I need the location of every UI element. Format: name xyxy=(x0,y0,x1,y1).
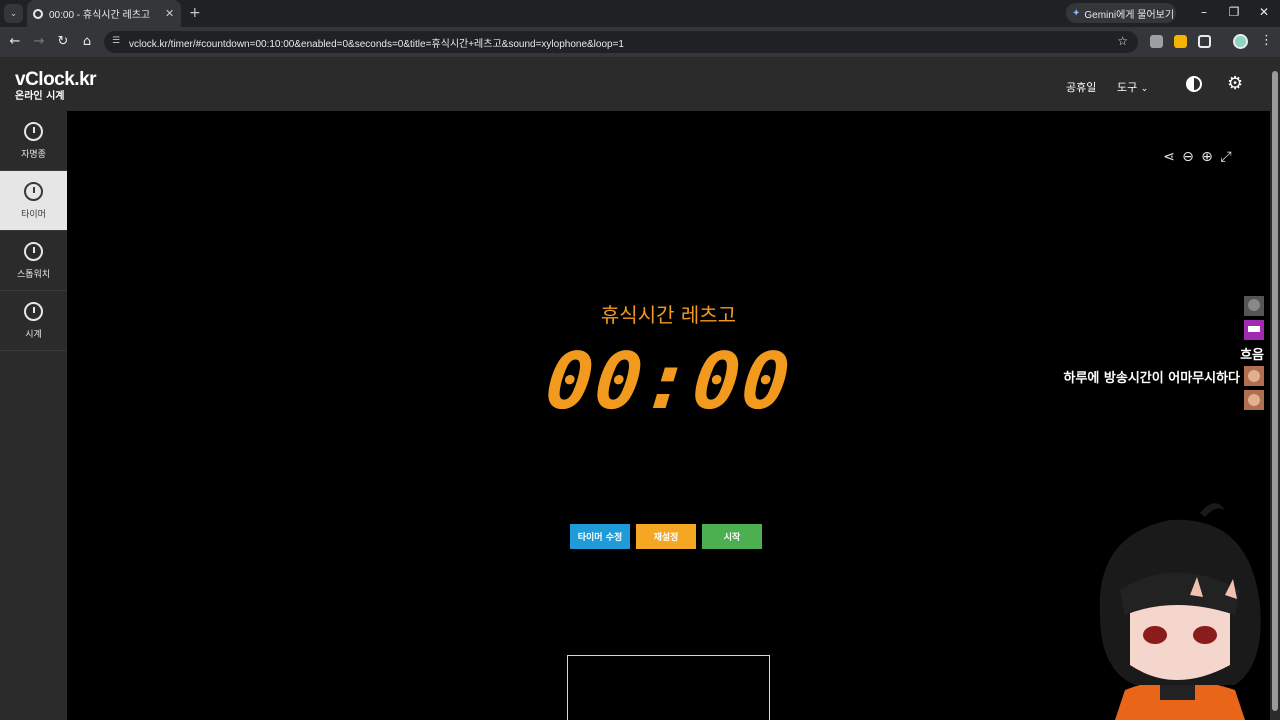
alarm-clock-icon xyxy=(24,122,43,141)
edit-timer-button[interactable]: 타이머 수정 xyxy=(570,524,630,549)
gemini-button[interactable]: ✦ Gemini에게 물어보기 xyxy=(1066,3,1176,23)
site-header: vClock.kr 온라인 시계 공휴일 도구 ⌄ ⚙ xyxy=(0,57,1270,111)
reset-button[interactable]: 재설정 xyxy=(636,524,696,549)
start-button[interactable]: 시작 xyxy=(702,524,762,549)
tab-close-icon[interactable]: ✕ xyxy=(165,7,174,20)
chat-message: 하루에 방송시간이 어마무시하다 xyxy=(1064,365,1241,387)
browser-toolbar: ← → ↻ ⌂ ☰ vclock.kr/timer/#countdown=00:… xyxy=(0,27,1280,57)
minimize-icon[interactable]: – xyxy=(1197,5,1211,19)
settings-gear-icon[interactable]: ⚙ xyxy=(1227,73,1243,94)
clock-icon xyxy=(24,302,43,321)
site-logo-subtitle: 온라인 시계 xyxy=(15,91,65,102)
extension-icon[interactable] xyxy=(1174,35,1187,48)
tab-search-button[interactable]: ⌄ xyxy=(4,4,23,23)
bookmark-star-icon[interactable]: ☆ xyxy=(1117,34,1128,48)
profile-avatar[interactable] xyxy=(1233,34,1248,49)
share-icon[interactable]: ⋖ xyxy=(1161,149,1177,165)
sidebar-item-label: 타이머 xyxy=(21,210,46,220)
gemini-label: Gemini에게 물어보기 xyxy=(1084,9,1175,21)
sidebar: 자명종 타이머 스톱워치 시계 xyxy=(0,111,67,720)
chevron-down-icon: ⌄ xyxy=(1140,84,1149,94)
chat-message: 흐음 xyxy=(1240,342,1264,364)
chat-avatar xyxy=(1244,366,1264,386)
chat-avatar xyxy=(1244,296,1264,316)
sidebar-item-timer[interactable]: 타이머 xyxy=(0,171,67,231)
theme-toggle-icon[interactable] xyxy=(1186,76,1202,92)
nav-tools[interactable]: 도구 ⌄ xyxy=(1117,79,1148,95)
timer-icon xyxy=(24,182,43,201)
browser-tab-bar: ⌄ 00:00 - 휴식시간 레츠고 ✕ + ✦ Gemini에게 물어보기 –… xyxy=(0,0,1280,27)
home-icon[interactable]: ⌂ xyxy=(79,34,95,49)
chat-text: 흐음 xyxy=(1240,347,1264,363)
browser-menu-icon[interactable]: ⋮ xyxy=(1260,33,1273,48)
browser-tab[interactable]: 00:00 - 휴식시간 레츠고 ✕ xyxy=(27,0,181,27)
extensions-puzzle-icon[interactable] xyxy=(1198,35,1211,48)
nav-holidays[interactable]: 공휴일 xyxy=(1066,79,1096,95)
zoom-out-icon[interactable]: ⊖ xyxy=(1180,149,1196,165)
zoom-in-icon[interactable]: ⊕ xyxy=(1199,149,1215,165)
sidebar-item-stopwatch[interactable]: 스톱워치 xyxy=(0,231,67,291)
streamer-avatar xyxy=(1099,503,1261,720)
new-tab-icon[interactable]: + xyxy=(189,5,201,21)
fullscreen-icon[interactable]: ⤢ xyxy=(1218,149,1234,165)
chat-avatar xyxy=(1244,320,1264,340)
reload-icon[interactable]: ↻ xyxy=(55,34,71,49)
site-info-icon[interactable]: ☰ xyxy=(112,36,123,47)
window-close-icon[interactable]: ✕ xyxy=(1257,5,1271,19)
chat-text: 하루에 방송시간이 어마무시하다 xyxy=(1063,370,1241,386)
sidebar-item-alarm[interactable]: 자명종 xyxy=(0,111,67,171)
sidebar-item-clock[interactable]: 시계 xyxy=(0,291,67,351)
tab-favicon-icon xyxy=(33,8,43,19)
sidebar-item-label: 자명종 xyxy=(21,150,46,160)
forward-icon[interactable]: → xyxy=(31,34,47,49)
address-bar[interactable]: ☰ vclock.kr/timer/#countdown=00:10:00&en… xyxy=(104,31,1138,53)
sidebar-item-label: 시계 xyxy=(25,330,42,340)
restore-icon[interactable]: ❐ xyxy=(1227,5,1241,19)
nav-tools-label: 도구 xyxy=(1117,81,1138,94)
extension-icon[interactable] xyxy=(1150,35,1163,48)
timer-title: 휴식시간 레츠고 xyxy=(600,303,737,327)
gemini-icon: ✦ xyxy=(1072,7,1081,19)
back-icon[interactable]: ← xyxy=(7,34,23,49)
ad-frame xyxy=(567,655,770,720)
chat-avatar xyxy=(1244,390,1264,410)
sidebar-item-label: 스톱워치 xyxy=(16,270,51,280)
tab-title: 00:00 - 휴식시간 레츠고 xyxy=(49,10,151,21)
url-text[interactable]: vclock.kr/timer/#countdown=00:10:00&enab… xyxy=(129,35,624,50)
stopwatch-icon xyxy=(24,242,43,261)
